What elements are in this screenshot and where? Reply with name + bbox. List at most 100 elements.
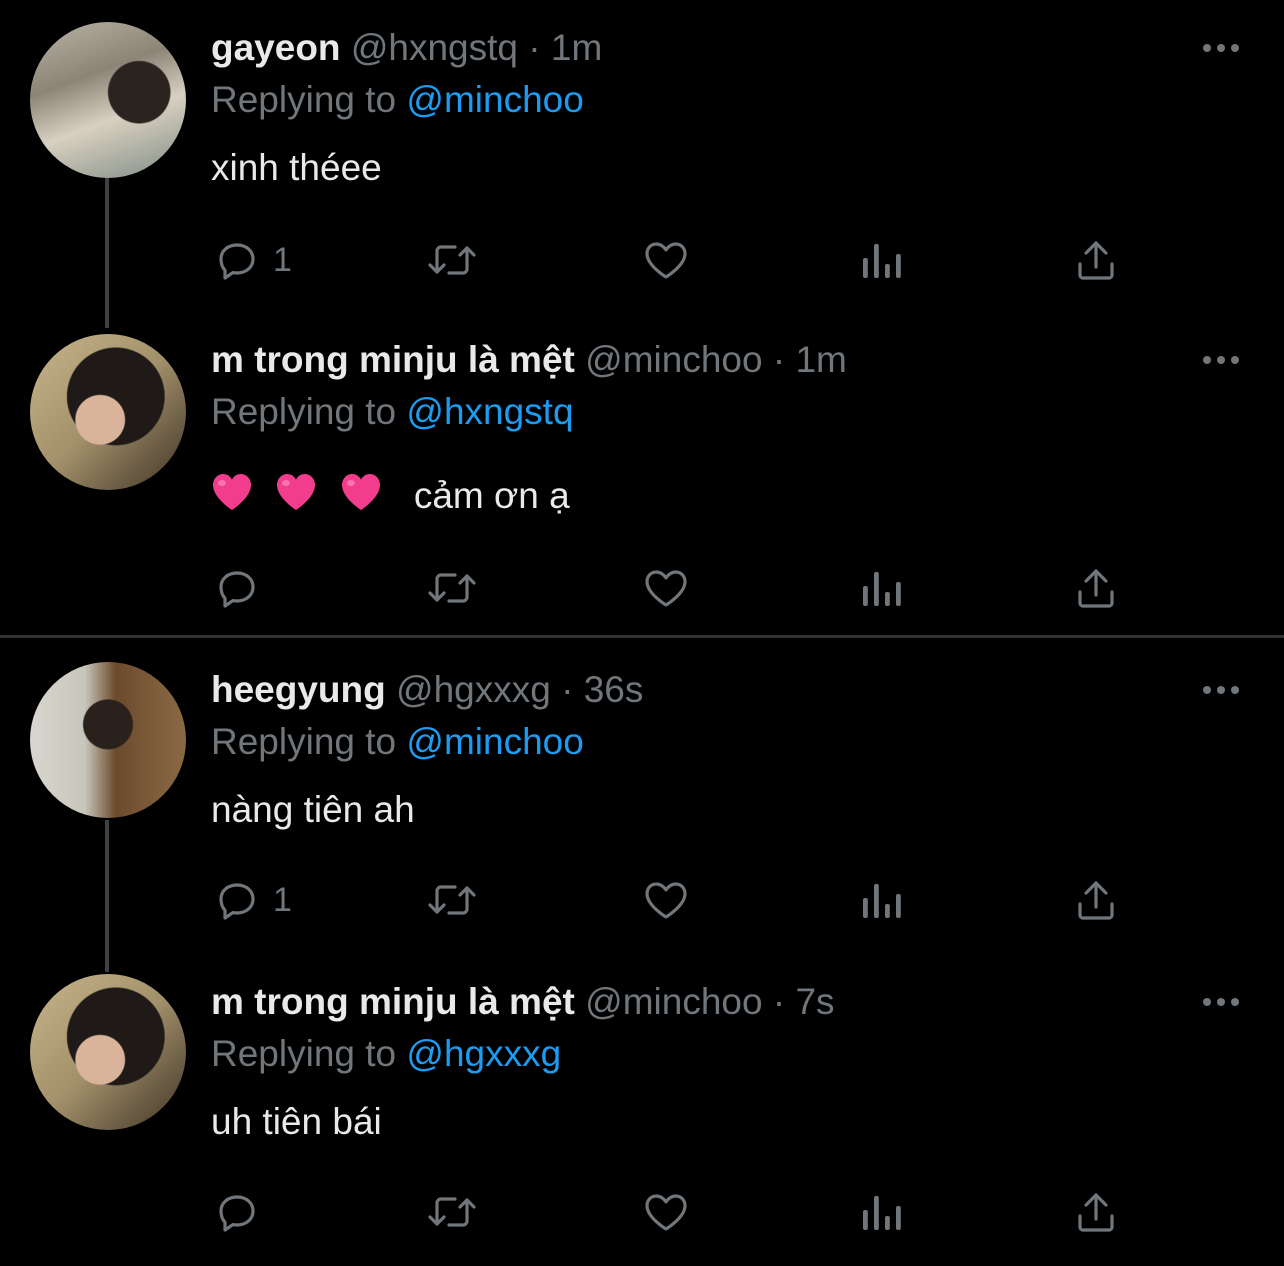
tweet[interactable]: m trong minju là mệt @minchoo · 7s Reply… bbox=[0, 954, 1284, 1266]
retweet-button[interactable] bbox=[425, 560, 479, 616]
analytics-icon bbox=[859, 1188, 903, 1236]
replying-to: Replying to @hxngstq bbox=[211, 388, 574, 436]
retweet-button[interactable] bbox=[425, 1184, 479, 1240]
analytics-icon bbox=[859, 564, 903, 612]
avatar[interactable] bbox=[30, 662, 186, 818]
thread: heegyung @hgxxxg · 36s Replying to @minc… bbox=[0, 638, 1284, 1253]
like-button[interactable] bbox=[641, 232, 691, 288]
tweet-header: m trong minju là mệt @minchoo · 7s bbox=[211, 978, 835, 1026]
share-button[interactable] bbox=[1073, 232, 1119, 288]
user-handle[interactable]: @hxngstq bbox=[351, 27, 518, 68]
more-icon[interactable] bbox=[1201, 990, 1241, 1014]
user-handle[interactable]: @minchoo bbox=[585, 981, 762, 1022]
separator-dot: · bbox=[561, 669, 574, 710]
reply-button[interactable]: 1 bbox=[213, 232, 292, 288]
mention-link[interactable]: @minchoo bbox=[406, 79, 583, 120]
mention-link[interactable]: @hgxxxg bbox=[406, 1033, 561, 1074]
separator-dot: · bbox=[772, 981, 786, 1022]
share-button[interactable] bbox=[1073, 560, 1119, 616]
action-bar: 1 bbox=[211, 232, 1131, 288]
reply-count: 1 bbox=[273, 240, 292, 279]
timestamp[interactable]: 1m bbox=[551, 27, 602, 68]
share-icon bbox=[1073, 564, 1119, 612]
share-button[interactable] bbox=[1073, 1184, 1119, 1240]
action-bar bbox=[211, 1184, 1131, 1240]
display-name[interactable]: gayeon bbox=[211, 27, 341, 68]
analytics-button[interactable] bbox=[859, 872, 903, 928]
more-icon[interactable] bbox=[1201, 348, 1241, 372]
like-button[interactable] bbox=[641, 872, 691, 928]
action-bar bbox=[211, 560, 1131, 616]
analytics-icon bbox=[859, 876, 903, 924]
replying-to-label: Replying to bbox=[211, 391, 397, 432]
like-icon bbox=[641, 1188, 691, 1236]
retweet-icon bbox=[425, 564, 479, 612]
timestamp[interactable]: 1m bbox=[795, 339, 846, 380]
mention-link[interactable]: @minchoo bbox=[406, 721, 583, 762]
share-icon bbox=[1073, 236, 1119, 284]
analytics-icon bbox=[859, 236, 903, 284]
share-button[interactable] bbox=[1073, 872, 1119, 928]
tweet-header: m trong minju là mệt @minchoo · 1m bbox=[211, 336, 847, 384]
thread: gayeon @hxngstq · 1m Replying to @mincho… bbox=[0, 0, 1284, 636]
retweet-icon bbox=[425, 1188, 479, 1236]
analytics-button[interactable] bbox=[859, 232, 903, 288]
like-button[interactable] bbox=[641, 560, 691, 616]
reply-button[interactable]: 1 bbox=[213, 872, 292, 928]
replying-to: Replying to @minchoo bbox=[211, 76, 584, 124]
tweet[interactable]: gayeon @hxngstq · 1m Replying to @mincho… bbox=[0, 0, 1284, 312]
share-icon bbox=[1073, 876, 1119, 924]
reply-icon bbox=[213, 1188, 261, 1236]
retweet-icon bbox=[425, 876, 479, 924]
user-handle[interactable]: @minchoo bbox=[585, 339, 762, 380]
tweet-text: cảm ơn ạ bbox=[211, 472, 570, 524]
separator-dot: · bbox=[772, 339, 786, 380]
display-name[interactable]: m trong minju là mệt bbox=[211, 981, 575, 1022]
tweet-text: uh tiên bái bbox=[211, 1101, 382, 1142]
replying-to-label: Replying to bbox=[211, 1033, 397, 1074]
timestamp[interactable]: 7s bbox=[795, 981, 834, 1022]
avatar[interactable] bbox=[30, 334, 186, 490]
analytics-button[interactable] bbox=[859, 1184, 903, 1240]
more-icon[interactable] bbox=[1201, 678, 1241, 702]
user-handle[interactable]: @hgxxxg bbox=[396, 669, 551, 710]
reply-icon bbox=[213, 564, 261, 612]
reply-icon bbox=[213, 876, 261, 924]
reply-icon bbox=[213, 236, 261, 284]
tweet-text: nàng tiên ah bbox=[211, 789, 415, 830]
action-bar: 1 bbox=[211, 872, 1131, 928]
heart-emoji bbox=[275, 472, 317, 524]
timestamp[interactable]: 36s bbox=[584, 669, 644, 710]
tweet[interactable]: m trong minju là mệt @minchoo · 1m Reply… bbox=[0, 312, 1284, 624]
display-name[interactable]: m trong minju là mệt bbox=[211, 339, 575, 380]
like-icon bbox=[641, 236, 691, 284]
tweet-text-content: cảm ơn ạ bbox=[413, 475, 570, 516]
reply-count: 1 bbox=[273, 880, 292, 919]
reply-button[interactable] bbox=[213, 1184, 273, 1240]
retweet-button[interactable] bbox=[425, 232, 479, 288]
more-icon[interactable] bbox=[1201, 36, 1241, 60]
share-icon bbox=[1073, 1188, 1119, 1236]
replying-to: Replying to @minchoo bbox=[211, 718, 584, 766]
tweet-header: gayeon @hxngstq · 1m bbox=[211, 24, 602, 72]
replying-to-label: Replying to bbox=[211, 721, 397, 762]
reply-button[interactable] bbox=[213, 560, 273, 616]
avatar[interactable] bbox=[30, 22, 186, 178]
tweet-text: xinh théee bbox=[211, 147, 382, 188]
retweet-button[interactable] bbox=[425, 872, 479, 928]
analytics-button[interactable] bbox=[859, 560, 903, 616]
like-button[interactable] bbox=[641, 1184, 691, 1240]
replying-to-label: Replying to bbox=[211, 79, 397, 120]
tweet-header: heegyung @hgxxxg · 36s bbox=[211, 666, 643, 714]
tweet[interactable]: heegyung @hgxxxg · 36s Replying to @minc… bbox=[0, 642, 1284, 954]
like-icon bbox=[641, 564, 691, 612]
heart-emoji bbox=[211, 472, 253, 524]
retweet-icon bbox=[425, 236, 479, 284]
display-name[interactable]: heegyung bbox=[211, 669, 386, 710]
like-icon bbox=[641, 876, 691, 924]
mention-link[interactable]: @hxngstq bbox=[406, 391, 573, 432]
avatar[interactable] bbox=[30, 974, 186, 1130]
replying-to: Replying to @hgxxxg bbox=[211, 1030, 561, 1078]
separator-dot: · bbox=[528, 27, 541, 68]
heart-emoji bbox=[340, 472, 382, 524]
